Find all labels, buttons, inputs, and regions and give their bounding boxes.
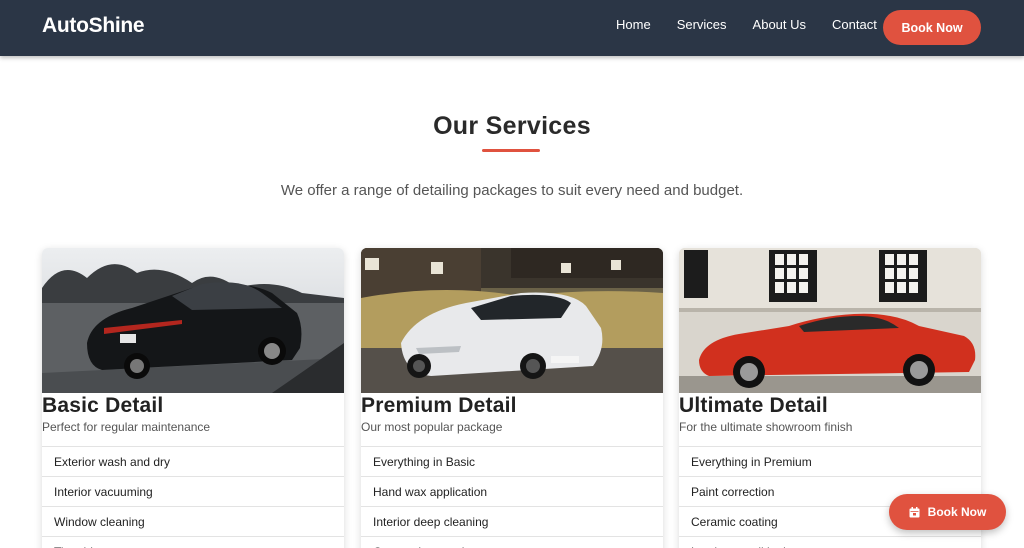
list-item: Everything in Basic (361, 446, 663, 476)
list-item: Interior deep cleaning (361, 506, 663, 536)
card-title: Ultimate Detail (679, 394, 828, 417)
floating-book-now-button[interactable]: Book Now (889, 494, 1006, 530)
card-tagline: Our most popular package (361, 420, 503, 434)
calendar-icon (909, 506, 920, 517)
card-tagline: For the ultimate showroom finish (679, 420, 853, 434)
nav-link-about[interactable]: About Us (753, 17, 806, 32)
section-title: Our Services (433, 112, 591, 140)
card-title: Basic Detail (42, 394, 164, 417)
nav-link-home[interactable]: Home (616, 17, 651, 32)
nav-link-services[interactable]: Services (677, 17, 727, 32)
card-title: Premium Detail (361, 394, 517, 417)
floating-book-now-label: Book Now (927, 505, 987, 519)
black-sedan-photo (42, 248, 344, 393)
white-supercar-photo (361, 248, 663, 393)
list-item: Carpet shampooing (361, 536, 663, 548)
list-item: Leather conditioning (679, 536, 981, 548)
book-now-button[interactable]: Book Now (883, 10, 981, 45)
list-item: Window cleaning (42, 506, 344, 536)
service-card-premium: Premium Detail Our most popular package … (361, 248, 663, 548)
list-item: Tire shine (42, 536, 344, 548)
list-item: Hand wax application (361, 476, 663, 506)
red-sports-car-photo (679, 248, 981, 393)
title-underline (482, 149, 540, 152)
nav-link-contact[interactable]: Contact (832, 17, 877, 32)
nav-links: Home Services About Us Contact (616, 17, 903, 32)
feature-list: Everything in Basic Hand wax application… (361, 446, 663, 548)
list-item: Interior vacuuming (42, 476, 344, 506)
list-item: Exterior wash and dry (42, 446, 344, 476)
list-item: Everything in Premium (679, 446, 981, 476)
top-navbar: AutoShine Home Services About Us Contact… (0, 0, 1024, 56)
card-tagline: Perfect for regular maintenance (42, 420, 211, 434)
service-card-basic: Basic Detail Perfect for regular mainten… (42, 248, 344, 548)
section-subtitle: We offer a range of detailing packages t… (280, 182, 744, 199)
feature-list: Exterior wash and dry Interior vacuuming… (42, 446, 344, 548)
brand-logo[interactable]: AutoShine (42, 14, 145, 38)
